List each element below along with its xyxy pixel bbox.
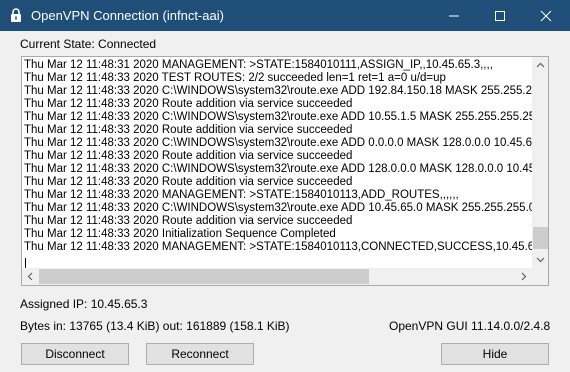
log-line: Thu Mar 12 11:48:33 2020 C:\WINDOWS\syst… — [24, 137, 532, 149]
scroll-left-arrow-icon[interactable] — [22, 268, 39, 285]
log-line: Thu Mar 12 11:48:33 2020 Route addition … — [24, 176, 353, 188]
title-bar[interactable]: OpenVPN Connection (infnct-aai) — [0, 0, 570, 31]
bytes-info: Bytes in: 13765 (13.4 KiB) out: 161889 (… — [20, 319, 290, 333]
close-icon — [540, 10, 552, 22]
log-line: Thu Mar 12 11:48:33 2020 Route addition … — [24, 98, 353, 110]
bytes-out-label: out: — [162, 319, 183, 333]
minimize-icon — [449, 15, 459, 17]
log-textarea[interactable]: Thu Mar 12 11:48:31 2020 MANAGEMENT: >ST… — [21, 56, 549, 286]
vertical-scrollbar[interactable] — [532, 57, 548, 268]
reconnect-button[interactable]: Reconnect — [146, 343, 254, 365]
log-line: Thu Mar 12 11:48:33 2020 Route addition … — [24, 150, 353, 162]
log-line: Thu Mar 12 11:48:33 2020 Route addition … — [24, 124, 353, 136]
log-lines: Thu Mar 12 11:48:31 2020 MANAGEMENT: >ST… — [24, 59, 532, 254]
minimize-button[interactable] — [431, 0, 477, 31]
disconnect-button[interactable]: Disconnect — [21, 343, 129, 365]
maximize-icon — [495, 11, 505, 21]
openvpn-lock-icon — [8, 7, 24, 23]
scroll-up-arrow-icon[interactable] — [532, 57, 548, 74]
log-line: Thu Mar 12 11:48:33 2020 Route addition … — [24, 215, 353, 227]
log-line: Thu Mar 12 11:48:33 2020 TEST ROUTES: 2/… — [24, 72, 446, 84]
assigned-ip-label: Assigned IP: 10.45.65.3 — [20, 297, 148, 311]
log-line: Thu Mar 12 11:48:31 2020 MANAGEMENT: >ST… — [24, 59, 493, 71]
log-line: Thu Mar 12 11:48:33 2020 C:\WINDOWS\syst… — [24, 85, 532, 97]
log-line: Thu Mar 12 11:48:33 2020 C:\WINDOWS\syst… — [24, 163, 532, 175]
bytes-in-label: Bytes in: — [20, 319, 67, 333]
window-title: OpenVPN Connection (infnct-aai) — [31, 8, 224, 23]
scroll-down-arrow-icon[interactable] — [532, 251, 548, 268]
horizontal-scroll-thumb[interactable] — [39, 269, 369, 284]
current-state-label: Current State: Connected — [20, 37, 157, 51]
log-line: Thu Mar 12 11:48:33 2020 C:\WINDOWS\syst… — [24, 111, 532, 123]
log-line: Thu Mar 12 11:48:33 2020 Initialization … — [24, 228, 336, 240]
horizontal-scrollbar[interactable] — [22, 268, 532, 285]
log-line: Thu Mar 12 11:48:33 2020 MANAGEMENT: >ST… — [24, 241, 532, 253]
vertical-scroll-thumb[interactable] — [533, 227, 548, 249]
scrollbar-corner — [532, 268, 548, 285]
close-button[interactable] — [523, 0, 569, 31]
scroll-right-arrow-icon[interactable] — [515, 268, 532, 285]
hide-button[interactable]: Hide — [441, 343, 549, 365]
maximize-button[interactable] — [477, 0, 523, 31]
bytes-out-value: 161889 (158.1 KiB) — [186, 319, 290, 333]
log-line: Thu Mar 12 11:48:33 2020 MANAGEMENT: >ST… — [24, 189, 459, 201]
bytes-in-value: 13765 (13.4 KiB) — [69, 319, 160, 333]
log-line: Thu Mar 12 11:48:33 2020 C:\WINDOWS\syst… — [24, 202, 532, 214]
version-label: OpenVPN GUI 11.14.0.0/2.4.8 — [389, 319, 551, 333]
